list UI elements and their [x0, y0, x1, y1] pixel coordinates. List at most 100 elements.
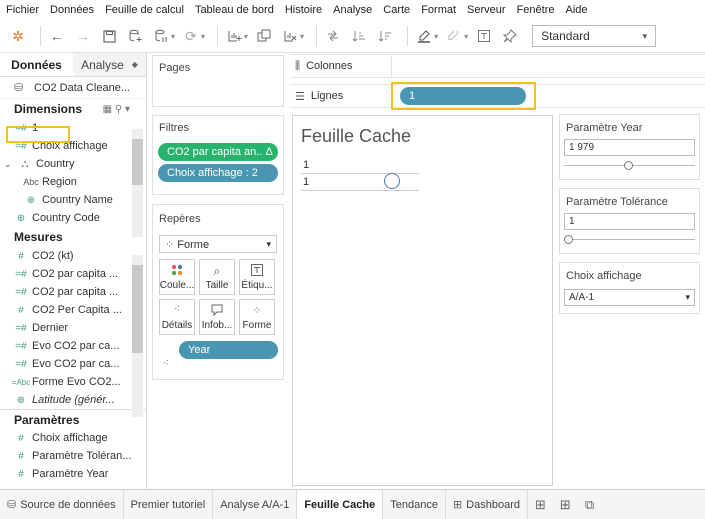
param-choice-select[interactable]: A/A-1 ▾: [564, 289, 695, 306]
expand-chevron-icon[interactable]: ⌄: [4, 159, 14, 170]
sort-asc-icon[interactable]: [349, 25, 369, 47]
fit-select[interactable]: Standard ▾: [532, 25, 657, 47]
forward-icon[interactable]: →: [73, 25, 93, 47]
toolbar-separator: [40, 26, 41, 46]
field-parameter[interactable]: # Choix affichage: [0, 429, 132, 447]
field-measure[interactable]: =# Evo CO2 par ca...: [0, 355, 132, 373]
filter-pill-choix-affichage[interactable]: Choix affichage : 2: [158, 164, 278, 182]
slider-thumb[interactable]: [624, 161, 633, 170]
param-tolerance-input[interactable]: 1: [564, 213, 695, 230]
mark-detail-button[interactable]: ⁖ Détails: [159, 299, 195, 335]
menu-aide[interactable]: Aide: [565, 4, 587, 16]
field-dimension-country-code[interactable]: ⊕ Country Code: [0, 209, 132, 227]
tab-donnees[interactable]: Données: [0, 53, 73, 76]
menu-fenetre[interactable]: Fenêtre: [517, 4, 555, 16]
menu-fichier[interactable]: Fichier: [6, 4, 39, 16]
mark-type-select[interactable]: ⁘ Forme ▾: [159, 235, 277, 253]
tab-sheet-feuille-cache[interactable]: Feuille Cache: [297, 490, 384, 519]
refresh-dropdown-icon[interactable]: ▾: [201, 32, 205, 41]
label-icon[interactable]: [474, 25, 494, 47]
field-measure[interactable]: =# CO2 par capita ...: [0, 265, 132, 283]
chevron-down-icon[interactable]: ▾: [125, 104, 130, 115]
field-measure[interactable]: # CO2 Per Capita ...: [0, 301, 132, 319]
field-label: CO2 par capita ...: [32, 286, 119, 298]
mark-pill-year[interactable]: Year: [179, 341, 278, 359]
annotate-dropdown-icon[interactable]: ▾: [464, 32, 468, 41]
mark-tooltip-button[interactable]: Infob...: [199, 299, 235, 335]
field-measure[interactable]: =# Dernier: [0, 319, 132, 337]
field-dimension-country[interactable]: ⌄ ⛬ Country: [0, 155, 132, 173]
highlight-icon[interactable]: [414, 25, 434, 47]
menu-carte[interactable]: Carte: [383, 4, 410, 16]
mark-size-button[interactable]: ⌕ Taille: [199, 259, 235, 295]
pane-tabs: Données Analyse ◆: [0, 53, 146, 77]
filter-pill-co2[interactable]: CO2 par capita an.. Δ: [158, 143, 278, 161]
menu-histoire[interactable]: Histoire: [285, 4, 322, 16]
tab-sheet-tendance[interactable]: Tendance: [383, 490, 446, 519]
field-dimension-country-name[interactable]: ⊕ Country Name: [0, 191, 132, 209]
clear-dropdown-icon[interactable]: ▾: [300, 32, 304, 41]
menu-feuille-de-calcul[interactable]: Feuille de calcul: [105, 4, 184, 16]
duplicate-icon[interactable]: [254, 25, 274, 47]
new-sheet-icon[interactable]: ⊞: [528, 490, 553, 519]
mark-label-button[interactable]: Étiqu...: [239, 259, 275, 295]
new-datasource-icon[interactable]: [125, 25, 145, 47]
field-measure[interactable]: # CO2 (kt): [0, 247, 132, 265]
new-story-icon[interactable]: ⧉: [578, 490, 601, 519]
filters-card[interactable]: Filtres CO2 par capita an.. Δ Choix affi…: [152, 115, 284, 195]
mark-color-button[interactable]: Coule...: [159, 259, 195, 295]
back-icon[interactable]: ←: [47, 25, 67, 47]
tab-sheet-premier-tutoriel[interactable]: Premier tutoriel: [124, 490, 214, 519]
field-dimension-region[interactable]: Abc Region: [0, 173, 132, 191]
field-parameter[interactable]: # Paramètre Year: [0, 465, 132, 483]
new-dashboard-icon[interactable]: ⊞: [553, 490, 578, 519]
field-measure[interactable]: =# Evo CO2 par ca...: [0, 337, 132, 355]
field-measure[interactable]: =# CO2 par capita ...: [0, 283, 132, 301]
datasource-name: CO2 Data Cleane...: [34, 81, 130, 94]
field-measure[interactable]: ⊕ Latitude (génér...: [0, 391, 132, 409]
refresh-icon[interactable]: ⟳: [181, 25, 201, 47]
swap-icon[interactable]: [323, 25, 343, 47]
view-list-icon[interactable]: ▦: [103, 104, 112, 115]
new-sheet-dropdown-icon[interactable]: ▾: [244, 32, 248, 41]
menu-serveur[interactable]: Serveur: [467, 4, 506, 16]
tableau-logo-icon[interactable]: ✲: [8, 25, 28, 47]
tab-analyse[interactable]: Analyse ◆: [73, 53, 146, 76]
annotate-icon[interactable]: [444, 25, 464, 47]
pause-icon[interactable]: [151, 25, 171, 47]
field-measure[interactable]: =Abc Forme Evo CO2...: [0, 373, 132, 391]
mark-shape-button[interactable]: ⁘ Forme: [239, 299, 275, 335]
field-label: Region: [42, 176, 77, 188]
shape-mark[interactable]: [384, 173, 400, 189]
menu-analyse[interactable]: Analyse: [333, 4, 372, 16]
tab-sheet-analyse[interactable]: Analyse A/A-1: [213, 490, 298, 519]
field-parameter[interactable]: # Paramètre Toléran...: [0, 447, 132, 465]
measures-scroll-thumb[interactable]: [132, 265, 143, 353]
mark-shape-label: Forme: [242, 319, 272, 331]
menu-donnees[interactable]: Données: [50, 4, 94, 16]
dimensions-scroll-thumb[interactable]: [132, 139, 143, 185]
columns-shelf[interactable]: ⫼ Colonnes: [290, 54, 705, 78]
sort-desc-icon[interactable]: [375, 25, 395, 47]
param-year-input[interactable]: 1 979: [564, 139, 695, 156]
new-sheet-icon[interactable]: [224, 25, 244, 47]
tab-dashboard[interactable]: ⊞ Dashboard: [446, 490, 528, 519]
menu-format[interactable]: Format: [421, 4, 456, 16]
datasource-item[interactable]: ⛁ CO2 Data Cleane...: [0, 77, 146, 99]
tab-datasource[interactable]: ⛁ Source de données: [0, 490, 124, 519]
param-tolerance-slider[interactable]: [564, 235, 695, 245]
pause-dropdown-icon[interactable]: ▾: [171, 32, 175, 41]
menu-tableau-de-bord[interactable]: Tableau de bord: [195, 4, 274, 16]
mark-color-label: Coule...: [159, 279, 195, 291]
clear-sheet-icon[interactable]: [280, 25, 300, 47]
rows-label: Lignes: [310, 90, 344, 102]
save-icon[interactable]: [99, 25, 119, 47]
field-label: Paramètre Year: [32, 468, 109, 480]
pin-icon[interactable]: [500, 25, 520, 47]
pages-card[interactable]: Pages: [152, 55, 284, 107]
param-year-slider[interactable]: [564, 161, 695, 171]
worksheet-view[interactable]: Feuille Cache 1 1: [292, 115, 553, 486]
highlight-dropdown-icon[interactable]: ▾: [434, 32, 438, 41]
slider-thumb[interactable]: [564, 235, 573, 244]
search-icon[interactable]: ⚲: [115, 104, 122, 115]
